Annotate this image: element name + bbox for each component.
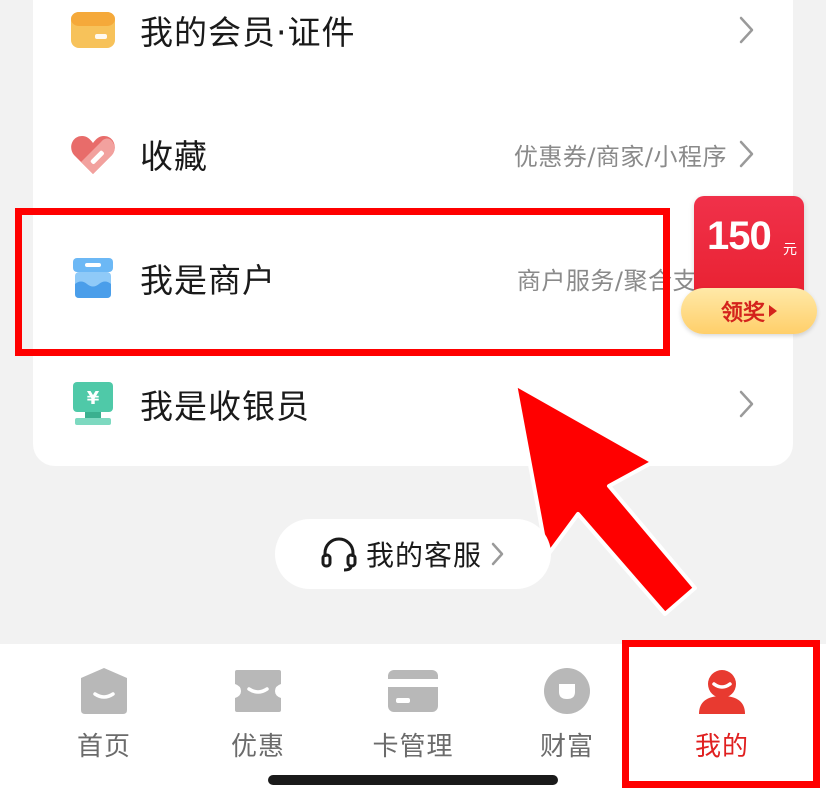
tab-label: 卡管理 — [372, 732, 454, 762]
chevron-right-icon — [739, 390, 754, 418]
wealth-icon — [544, 668, 590, 714]
menu-item-label: 我是商户 — [140, 261, 276, 300]
card-icon — [388, 670, 438, 712]
menu-item-favorites[interactable]: 收藏 优惠券/商家/小程序 — [33, 104, 793, 204]
claim-prize-button[interactable]: 领奖 — [681, 288, 817, 334]
home-indicator-bar[interactable] — [268, 775, 558, 785]
tab-home[interactable]: 首页 — [44, 644, 164, 764]
profile-icon — [699, 670, 745, 714]
menu-item-merchant[interactable]: 我是商户 商户服务/聚合支 — [33, 228, 793, 328]
home-icon — [81, 668, 127, 714]
chevron-right-icon — [739, 16, 754, 44]
tab-wealth[interactable]: 财富 — [507, 644, 627, 764]
menu-item-label: 收藏 — [140, 137, 208, 176]
member-card-icon — [71, 12, 115, 48]
tab-offers[interactable]: 优惠 — [198, 644, 318, 764]
prize-promo-badge[interactable]: 150 元 领奖 — [681, 196, 817, 346]
menu-item-member[interactable]: 我的会员·证件 — [33, 0, 793, 80]
play-arrow-icon — [769, 305, 777, 317]
tab-label: 我的 — [694, 732, 749, 762]
coupon-icon — [235, 670, 281, 712]
tab-mine[interactable]: 我的 — [662, 644, 782, 764]
tab-label: 优惠 — [230, 732, 285, 762]
tab-label: 首页 — [76, 732, 131, 762]
cashier-icon: ¥ — [73, 382, 113, 425]
chevron-right-icon — [491, 542, 504, 566]
tab-label: 财富 — [539, 732, 594, 762]
menu-item-label: 我是收银员 — [140, 387, 310, 426]
menu-item-label: 我的会员·证件 — [140, 13, 356, 52]
chevron-right-icon — [739, 140, 754, 168]
menu-item-subtitle: 优惠券/商家/小程序 — [513, 142, 727, 171]
tab-card-management[interactable]: 卡管理 — [353, 644, 473, 764]
customer-service-label: 我的客服 — [365, 539, 482, 572]
claim-prize-label: 领奖 — [720, 301, 765, 326]
heart-tag-icon — [71, 136, 115, 174]
svg-text:¥: ¥ — [87, 388, 100, 409]
customer-service-button[interactable]: 我的客服 — [275, 519, 551, 589]
headset-icon — [321, 537, 357, 572]
store-icon — [73, 258, 113, 298]
promo-unit: 元 — [783, 242, 797, 258]
menu-item-subtitle: 商户服务/聚合支 — [516, 266, 697, 295]
promo-amount: 150 — [707, 214, 772, 258]
